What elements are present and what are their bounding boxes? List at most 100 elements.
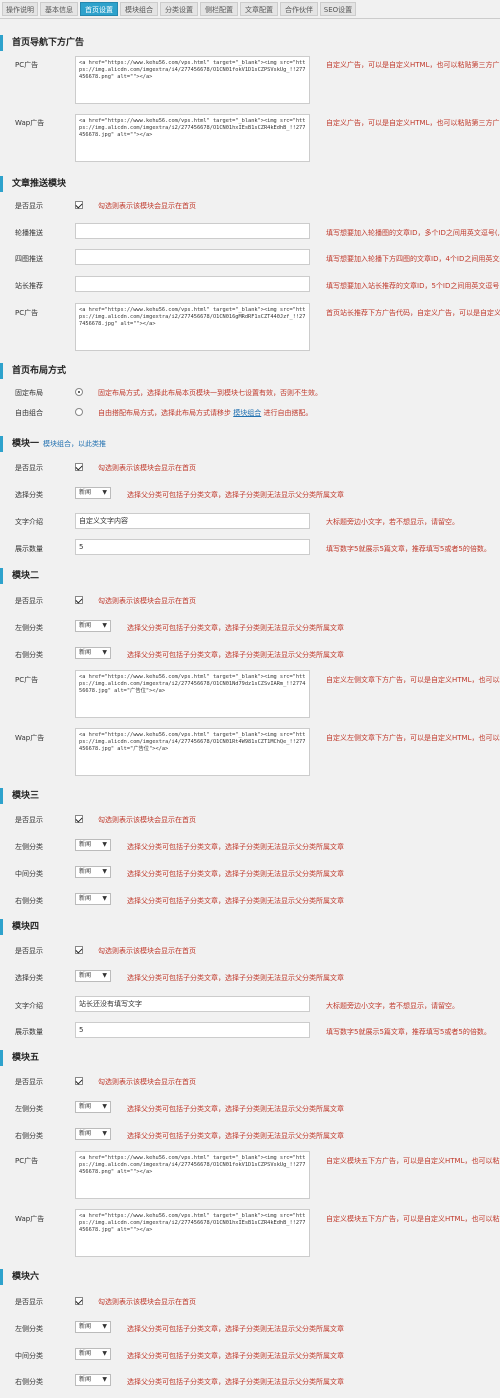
- m6-left-label: 左侧分类: [15, 1325, 43, 1333]
- m2-right-hint: 选择父分类可包括子分类文章，选择子分类则无法显示父分类所属文章: [127, 651, 344, 659]
- chevron-down-icon: ▼: [102, 622, 107, 629]
- m3-show-checkbox[interactable]: [75, 815, 83, 823]
- m1-show-checkbox[interactable]: [75, 463, 83, 471]
- chevron-down-icon: ▼: [102, 1103, 107, 1110]
- nav-pc-ad-textarea[interactable]: <a href="https://www.kehu56.com/vps.html…: [75, 56, 310, 104]
- chevron-down-icon: ▼: [102, 649, 107, 656]
- tab-basic-info[interactable]: 基本信息: [40, 2, 78, 16]
- module-1-subtitle[interactable]: 模块组合，以此类推: [43, 440, 106, 448]
- m6-mid-select[interactable]: 新闻 ▼: [75, 1348, 111, 1360]
- push-pc-ad-textarea[interactable]: <a href="https://www.kehu56.com/vps.html…: [75, 303, 310, 351]
- m3-left-select[interactable]: 新闻 ▼: [75, 839, 111, 851]
- m2-wap-ad-textarea[interactable]: <a href="https://www.kehu56.com/vps.html…: [75, 728, 310, 776]
- m5-pc-ad-textarea[interactable]: <a href="https://www.kehu56.com/vps.html…: [75, 1151, 310, 1199]
- m1-show-label: 是否显示: [15, 464, 43, 472]
- m2-show-checkbox[interactable]: [75, 596, 83, 604]
- m2-right-label: 右侧分类: [15, 651, 43, 659]
- m5-show-checkbox[interactable]: [75, 1077, 83, 1085]
- m5-right-label: 右侧分类: [15, 1132, 43, 1140]
- m1-text-input[interactable]: 自定义文字内容: [75, 513, 310, 529]
- m4-count-input[interactable]: 5: [75, 1022, 310, 1038]
- m6-right-hint: 选择父分类可包括子分类文章，选择子分类则无法显示父分类所属文章: [127, 1378, 344, 1386]
- nav-wap-ad-hint: 自定义广告，可以是自定义HTML，也可以粘贴第三方广: [326, 119, 500, 127]
- m2-pc-ad-hint: 自定义左侧文章下方广告，可以是自定义HTML，也可以粘: [326, 676, 500, 684]
- m5-show-label: 是否显示: [15, 1078, 43, 1086]
- m3-mid-label: 中间分类: [15, 870, 43, 878]
- m1-count-input[interactable]: 5: [75, 539, 310, 555]
- push-grid-input[interactable]: [75, 249, 310, 265]
- nav-pc-ad-label: PC广告: [15, 61, 39, 69]
- m4-text-input[interactable]: 站长还没有填写文字: [75, 996, 310, 1012]
- m3-right-label: 右侧分类: [15, 897, 43, 905]
- m2-left-label: 左侧分类: [15, 624, 43, 632]
- m2-left-hint: 选择父分类可包括子分类文章，选择子分类则无法显示父分类所属文章: [127, 624, 344, 632]
- m1-count-label: 展示数量: [15, 545, 43, 553]
- m1-category-label: 选择分类: [15, 491, 43, 499]
- section-title-module-1: 模块一 模块组合，以此类推: [0, 436, 500, 452]
- m2-show-label: 是否显示: [15, 597, 43, 605]
- chevron-down-icon: ▼: [102, 868, 107, 875]
- section-title-module-6: 模块六: [0, 1269, 500, 1285]
- m5-wap-ad-textarea[interactable]: <a href="https://www.kehu56.com/vps.html…: [75, 1209, 310, 1257]
- m3-show-hint: 勾选则表示该模块会显示在首页: [98, 816, 196, 824]
- m6-right-label: 右侧分类: [15, 1378, 43, 1386]
- settings-tab-bar: 操作说明 基本信息 首页设置 模块组合 分类设置 侧栏配置 文章配置 合作伙伴 …: [0, 0, 500, 19]
- m3-mid-select[interactable]: 新闻 ▼: [75, 866, 111, 878]
- m5-right-select[interactable]: 新闻 ▼: [75, 1128, 111, 1140]
- m4-show-hint: 勾选则表示该模块会显示在首页: [98, 947, 196, 955]
- layout-fixed-hint: 固定布局方式，选择此布局本页模块一到模块七设置有效，否则不生效。: [98, 389, 322, 397]
- push-recommend-label: 站长推荐: [15, 282, 43, 290]
- chevron-down-icon: ▼: [102, 841, 107, 848]
- m6-left-hint: 选择父分类可包括子分类文章，选择子分类则无法显示父分类所属文章: [127, 1325, 344, 1333]
- tab-module-combo[interactable]: 模块组合: [120, 2, 158, 16]
- m2-left-select[interactable]: 新闻 ▼: [75, 620, 111, 632]
- m3-mid-hint: 选择父分类可包括子分类文章，选择子分类则无法显示父分类所属文章: [127, 870, 344, 878]
- m2-pc-ad-textarea[interactable]: <a href="https://www.kehu56.com/vps.html…: [75, 670, 310, 718]
- tab-category-settings[interactable]: 分类设置: [160, 2, 198, 16]
- m5-left-label: 左侧分类: [15, 1105, 43, 1113]
- tab-instructions[interactable]: 操作说明: [2, 2, 38, 16]
- m5-wap-ad-hint: 自定义模块五下方广告，可以是自定义HTML，也可以粘贴: [326, 1215, 500, 1223]
- m3-show-label: 是否显示: [15, 816, 43, 824]
- m6-show-label: 是否显示: [15, 1298, 43, 1306]
- push-show-checkbox[interactable]: [75, 201, 83, 209]
- tab-sidebar-config[interactable]: 侧栏配置: [200, 2, 238, 16]
- chevron-down-icon: ▼: [102, 895, 107, 902]
- push-carousel-input[interactable]: [75, 223, 310, 239]
- tab-partners[interactable]: 合作伙伴: [280, 2, 318, 16]
- push-pc-ad-label: PC广告: [15, 309, 39, 317]
- m1-text-hint: 大标题旁边小文字，若不想显示，请留空。: [326, 518, 459, 526]
- m1-category-select[interactable]: 新闻 ▼: [75, 487, 111, 499]
- m3-right-select[interactable]: 新闻 ▼: [75, 893, 111, 905]
- m6-show-checkbox[interactable]: [75, 1297, 83, 1305]
- m6-right-select[interactable]: 新闻 ▼: [75, 1374, 111, 1386]
- m5-wap-ad-label: Wap广告: [15, 1215, 45, 1223]
- m4-show-checkbox[interactable]: [75, 946, 83, 954]
- push-show-label: 是否显示: [15, 202, 43, 210]
- m4-text-label: 文字介绍: [15, 1002, 43, 1010]
- push-recommend-input[interactable]: [75, 276, 310, 292]
- m2-right-select[interactable]: 新闻 ▼: [75, 647, 111, 659]
- layout-free-hint: 自由搭配布局方式，选择此布局方式请移步 模块组合 进行自由搭配。: [98, 409, 313, 417]
- m1-text-label: 文字介绍: [15, 518, 43, 526]
- push-grid-label: 四图推送: [15, 255, 43, 263]
- module-combo-link[interactable]: 模块组合: [233, 409, 261, 417]
- layout-fixed-radio[interactable]: [75, 388, 83, 396]
- layout-free-radio[interactable]: [75, 408, 83, 416]
- nav-wap-ad-textarea[interactable]: <a href="https://www.kehu56.com/vps.html…: [75, 114, 310, 162]
- m5-left-select[interactable]: 新闻 ▼: [75, 1101, 111, 1113]
- m5-pc-ad-label: PC广告: [15, 1157, 39, 1165]
- m4-text-hint: 大标题旁边小文字，若不想显示，请留空。: [326, 1002, 459, 1010]
- section-title-module-4: 模块四: [0, 919, 500, 935]
- m4-category-select[interactable]: 新闻 ▼: [75, 970, 111, 982]
- chevron-down-icon: ▼: [102, 1350, 107, 1357]
- layout-free-label: 自由组合: [15, 409, 43, 417]
- m3-left-label: 左侧分类: [15, 843, 43, 851]
- m1-count-hint: 填写数字5就展示5篇文章，推荐填写5或者5的倍数。: [326, 545, 491, 553]
- tab-homepage-settings[interactable]: 首页设置: [80, 2, 118, 16]
- m2-wap-ad-label: Wap广告: [15, 734, 45, 742]
- tab-seo-settings[interactable]: SEO设置: [320, 2, 356, 16]
- m6-left-select[interactable]: 新闻 ▼: [75, 1321, 111, 1333]
- tab-article-config[interactable]: 文章配置: [240, 2, 278, 16]
- m3-right-hint: 选择父分类可包括子分类文章，选择子分类则无法显示父分类所属文章: [127, 897, 344, 905]
